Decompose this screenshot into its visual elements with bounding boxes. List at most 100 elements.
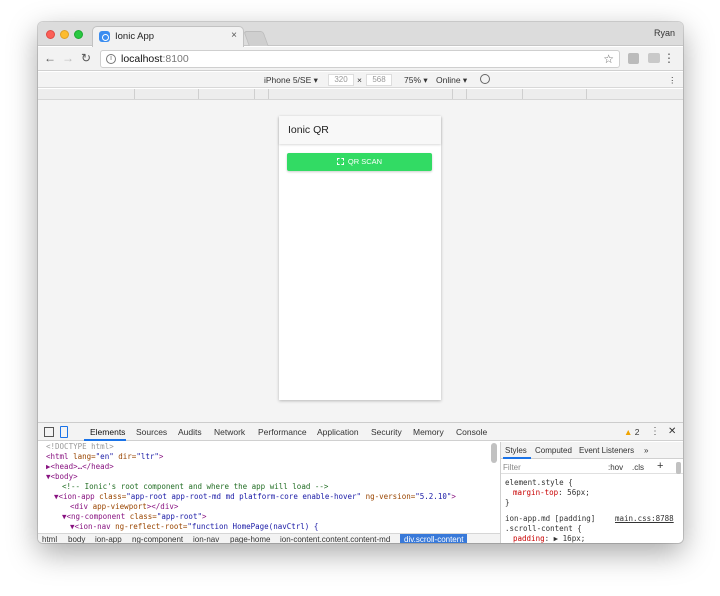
media-query-segment[interactable]	[586, 89, 587, 99]
styles-tab-bar: Styles Computed Event Listeners »	[501, 442, 683, 459]
breadcrumb-item[interactable]: page-home	[230, 535, 270, 543]
hover-state-toggle[interactable]: :hov	[608, 463, 623, 472]
media-query-segment[interactable]	[268, 89, 269, 99]
media-query-segment[interactable]	[134, 89, 135, 99]
app-header: Ionic QR	[279, 116, 441, 144]
dom-node[interactable]: ▶<head>…</head>	[38, 462, 493, 472]
tab-application[interactable]: Application	[317, 427, 359, 437]
device-toolbar: iPhone 5/SE ▾ 320 × 568 75% ▾ Online ▾ ⋮	[38, 72, 683, 88]
tab-close-icon[interactable]: ×	[231, 30, 237, 41]
extension-icon[interactable]	[628, 53, 639, 64]
new-tab-button[interactable]	[243, 31, 269, 46]
styles-scrollbar[interactable]	[676, 462, 681, 474]
tab-strip: Ionic App × Ryan	[38, 22, 683, 47]
tab-console[interactable]: Console	[456, 427, 487, 437]
dom-node[interactable]: <html lang="en" dir="ltr">	[38, 452, 493, 462]
profile-name[interactable]: Ryan	[654, 28, 675, 38]
info-icon[interactable]: i	[106, 54, 116, 64]
cast-icon[interactable]	[648, 53, 660, 63]
css-declaration[interactable]: margin-top: 56px;	[505, 488, 590, 498]
network-throttle-select[interactable]: Online ▾	[436, 75, 467, 86]
back-arrow-icon[interactable]: ←	[44, 51, 56, 65]
breadcrumb-item[interactable]: body	[68, 535, 85, 543]
tab-styles[interactable]: Styles	[505, 446, 527, 455]
media-query-bar[interactable]	[38, 89, 683, 100]
dom-node[interactable]: ▼<body>	[38, 472, 493, 482]
browser-window: Ionic App × Ryan ← → ↻ i localhost:8100 …	[38, 22, 683, 543]
styles-filter-row: Filter :hov .cls +	[501, 460, 683, 474]
qr-scan-button[interactable]: QR SCAN	[287, 153, 432, 171]
tab-audits[interactable]: Audits	[178, 427, 202, 437]
inspect-element-icon[interactable]	[44, 427, 54, 437]
device-select[interactable]: iPhone 5/SE ▾	[264, 75, 318, 86]
devtools-menu-icon[interactable]: ⋮	[650, 426, 660, 437]
close-window-button[interactable]	[46, 30, 55, 39]
rotate-icon[interactable]	[480, 74, 490, 84]
emulated-device: Ionic QR QR SCAN	[279, 116, 441, 400]
dom-tree: <!DOCTYPE html> <html lang="en" dir="ltr…	[38, 442, 493, 533]
more-tabs-icon[interactable]: »	[644, 446, 648, 455]
dom-node[interactable]: <div app-viewport></div>	[38, 502, 493, 512]
dom-node[interactable]: ▼<ion-app class="app-root app-root-md md…	[38, 492, 493, 502]
warning-icon: ▲	[624, 427, 633, 437]
maximize-window-button[interactable]	[74, 30, 83, 39]
media-query-segment[interactable]	[198, 89, 199, 99]
media-query-segment[interactable]	[466, 89, 467, 99]
browser-tab[interactable]: Ionic App ×	[92, 26, 244, 47]
css-declaration[interactable]: padding: ▶ 16px;	[505, 534, 683, 543]
dom-node[interactable]: ▼<ng-component class="app-root">	[38, 512, 493, 522]
minimize-window-button[interactable]	[60, 30, 69, 39]
tab-sources[interactable]: Sources	[136, 427, 167, 437]
tab-security[interactable]: Security	[371, 427, 402, 437]
media-query-segment[interactable]	[452, 89, 453, 99]
class-toggle[interactable]: .cls	[632, 463, 644, 472]
browser-menu-icon[interactable]: ⋮	[663, 51, 675, 65]
media-query-segment[interactable]	[522, 89, 523, 99]
forward-arrow-icon[interactable]: →	[62, 51, 74, 65]
qr-scan-label: QR SCAN	[347, 157, 383, 166]
app-title: Ionic QR	[288, 124, 329, 136]
dom-node[interactable]: <!-- Ionic's root component and where th…	[38, 482, 493, 492]
devtools-panel: Elements Sources Audits Network Performa…	[38, 422, 683, 543]
warnings-badge[interactable]: ▲ 2	[624, 427, 640, 437]
dom-scrollbar[interactable]	[491, 443, 497, 463]
active-tab-indicator	[84, 439, 126, 441]
device-width-input[interactable]: 320	[328, 74, 354, 86]
page-viewport: Ionic QR QR SCAN	[38, 100, 683, 422]
tab-title: Ionic App	[115, 31, 155, 42]
scroll-content-rule: ion-app.md [padding] main.css:8788 .scrol…	[505, 514, 683, 543]
tab-event-listeners[interactable]: Event Listeners	[579, 446, 634, 455]
tab-performance[interactable]: Performance	[258, 427, 307, 437]
device-mode-icon[interactable]	[60, 426, 68, 438]
breadcrumb-item[interactable]: ion-nav	[193, 535, 219, 543]
bookmark-star-icon[interactable]: ☆	[603, 52, 614, 66]
breadcrumb-item-selected[interactable]: div.scroll-content	[400, 534, 468, 543]
breadcrumb-item[interactable]: html	[42, 535, 57, 543]
reload-icon[interactable]: ↻	[81, 51, 91, 65]
devtools-close-icon[interactable]: ✕	[668, 426, 676, 437]
address-bar[interactable]: i localhost:8100 ☆	[100, 50, 620, 68]
add-rule-icon[interactable]: +	[657, 460, 663, 472]
breadcrumb-item[interactable]: ion-content.content.content-md	[280, 535, 390, 543]
stylesheet-link[interactable]: main.css:8788	[615, 514, 674, 524]
device-toolbar-menu-icon[interactable]: ⋮	[668, 75, 677, 86]
breadcrumb-item[interactable]: ion-app	[95, 535, 122, 543]
tab-computed[interactable]: Computed	[535, 446, 572, 455]
styles-active-indicator	[503, 457, 531, 459]
tab-network[interactable]: Network	[214, 427, 245, 437]
qr-scan-icon	[336, 158, 344, 165]
tab-memory[interactable]: Memory	[413, 427, 444, 437]
device-height-input[interactable]: 568	[366, 74, 392, 86]
zoom-select[interactable]: 75% ▾	[404, 75, 428, 86]
breadcrumb-item[interactable]: ng-component	[132, 535, 183, 543]
ionic-favicon-icon	[99, 31, 110, 42]
dom-breadcrumbs: html body ion-app ng-component ion-nav p…	[38, 533, 500, 543]
dom-node[interactable]: ▼<ion-nav ng-reflect-root="function Home…	[38, 522, 493, 532]
url-text: localhost:8100	[121, 53, 189, 65]
styles-pane: Styles Computed Event Listeners » Filter…	[500, 442, 683, 543]
dom-node[interactable]: <!DOCTYPE html>	[38, 442, 493, 452]
styles-filter-input[interactable]: Filter	[503, 463, 521, 472]
media-query-segment[interactable]	[254, 89, 255, 99]
tab-elements[interactable]: Elements	[90, 427, 125, 437]
element-style-rule: element.style { margin-top: 56px; }	[505, 478, 590, 507]
